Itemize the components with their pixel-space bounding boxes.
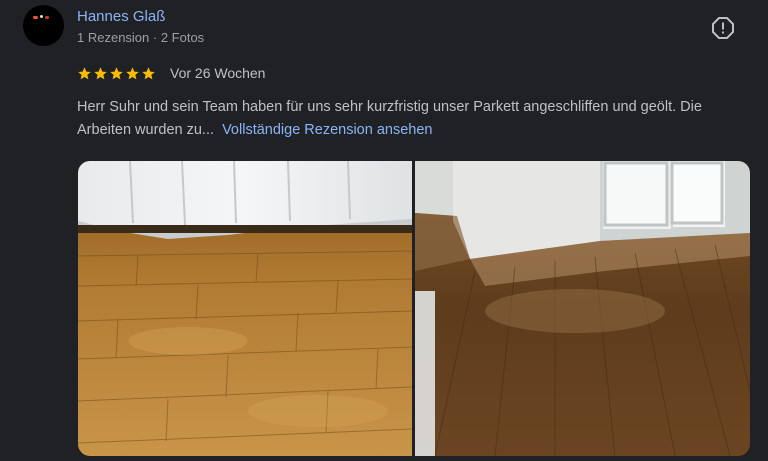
star-icon: [94, 66, 107, 79]
star-icon: [142, 66, 155, 79]
photo-1[interactable]: [78, 161, 412, 456]
full-review-link[interactable]: Vollständige Rezension ansehen: [222, 122, 432, 138]
review-date: Vor 26 Wochen: [170, 65, 266, 81]
star-icon: [126, 66, 139, 79]
photo-2[interactable]: [415, 161, 750, 456]
star-rating: [77, 66, 156, 81]
star-icon: [110, 66, 123, 79]
report-icon[interactable]: [712, 17, 734, 39]
photo-gallery: [78, 161, 750, 456]
review-text: Herr Suhr und sein Team haben für uns se…: [77, 96, 757, 142]
rating-row: Vor 26 Wochen: [77, 65, 265, 81]
review-card: Hannes Glaß 1 Rezension · 2 Fotos Vor 26…: [0, 0, 768, 461]
author-meta: 1 Rezension · 2 Fotos: [77, 30, 205, 45]
star-icon: [78, 66, 91, 79]
author-name[interactable]: Hannes Glaß: [77, 8, 165, 25]
avatar[interactable]: [23, 5, 64, 46]
